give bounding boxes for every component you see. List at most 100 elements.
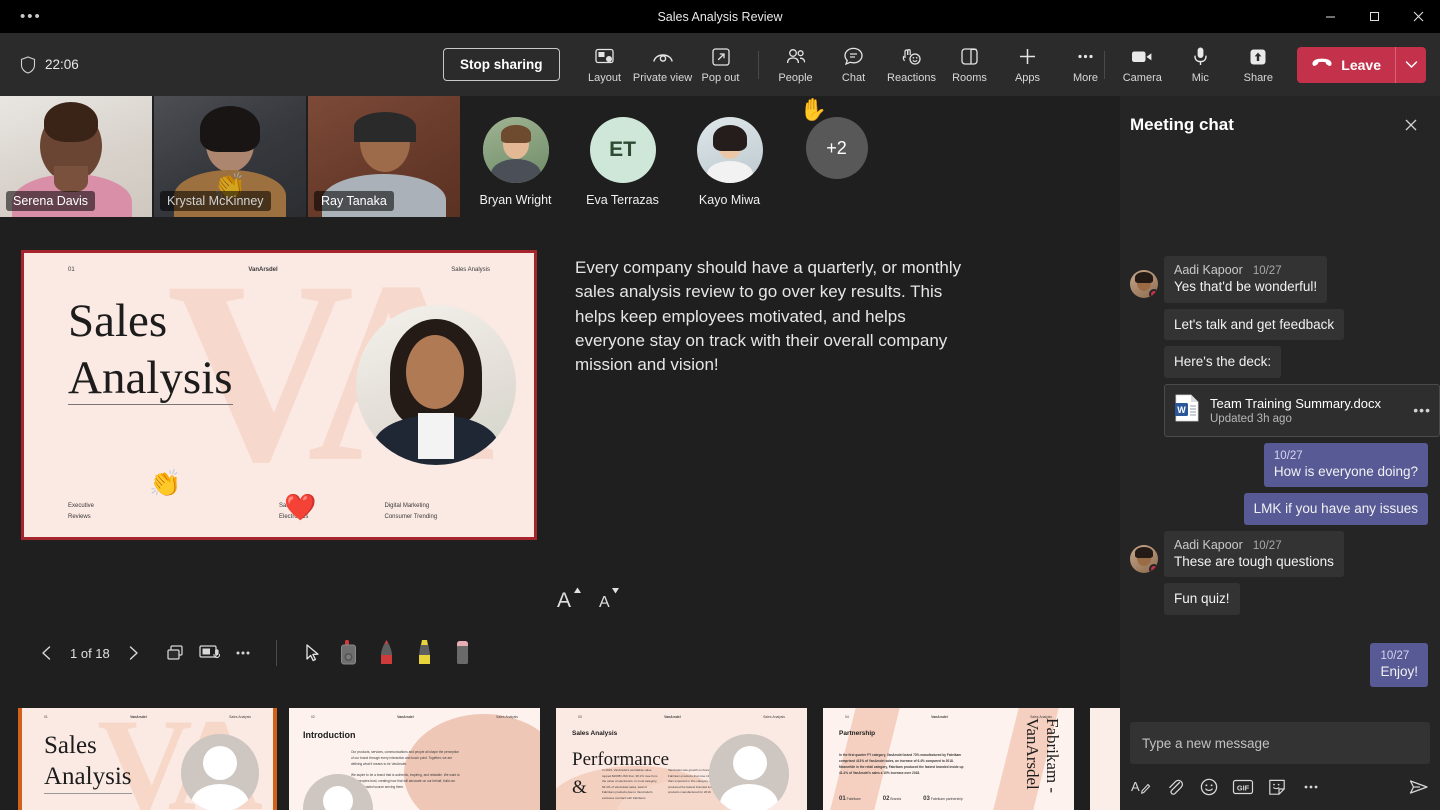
stop-sharing-button[interactable]: Stop sharing bbox=[443, 48, 560, 81]
previous-slide-button[interactable] bbox=[30, 636, 64, 670]
gif-icon[interactable]: GIF bbox=[1232, 776, 1254, 798]
chat-button[interactable]: Chat bbox=[825, 39, 883, 91]
sticker-icon[interactable] bbox=[1266, 776, 1288, 798]
meeting-timer: 22:06 bbox=[45, 57, 79, 72]
thumbnail-slide-5[interactable] bbox=[1090, 708, 1120, 810]
slide-more-options-button[interactable] bbox=[226, 636, 260, 670]
chat-label: Chat bbox=[842, 72, 865, 84]
thumbnail-slide-2[interactable]: 02VanArsdelSales Analysis Introduction O… bbox=[289, 708, 540, 810]
mic-button[interactable]: Mic bbox=[1171, 39, 1229, 91]
window-title: Sales Analysis Review bbox=[0, 10, 1440, 24]
more-horizontal-icon[interactable] bbox=[1300, 776, 1322, 798]
people-button[interactable]: People bbox=[767, 39, 825, 91]
send-icon[interactable] bbox=[1408, 776, 1430, 798]
highlighter-tool[interactable] bbox=[407, 634, 445, 672]
camera-button[interactable]: Camera bbox=[1113, 39, 1171, 91]
chat-bubble: Here's the deck: bbox=[1164, 346, 1281, 378]
next-slide-button[interactable] bbox=[116, 636, 150, 670]
divider bbox=[276, 640, 277, 666]
chat-message[interactable]: Aadi Kapoor 10/27 Yes that'd be wonderfu… bbox=[1130, 256, 1428, 303]
chat-message[interactable]: Aadi Kapoor 10/27 These are tough questi… bbox=[1130, 531, 1428, 578]
slide-footer-item-4: Digital MarketingConsumer Trending bbox=[385, 501, 491, 523]
minimize-icon[interactable] bbox=[1308, 0, 1352, 33]
close-icon[interactable] bbox=[1396, 0, 1440, 33]
slide-thumbnail-tray[interactable]: VA 01VanArsdelSales Analysis Sales Analy… bbox=[0, 708, 1120, 810]
more-horizontal-icon bbox=[1075, 46, 1096, 68]
shield-icon bbox=[20, 56, 36, 74]
chat-file-attachment[interactable]: W Team Training Summary.docx Updated 3h … bbox=[1164, 384, 1440, 437]
slide-title-line2: Analysis bbox=[68, 352, 233, 405]
private-view-button[interactable]: Private view bbox=[634, 39, 692, 91]
thumbnail-slide-1[interactable]: VA 01VanArsdelSales Analysis Sales Analy… bbox=[22, 708, 273, 810]
chat-message-list[interactable]: Aadi Kapoor 10/27 Yes that'd be wonderfu… bbox=[1120, 148, 1440, 720]
divider bbox=[758, 51, 759, 79]
meeting-command-bar: 22:06 Stop sharing Layout Private view P… bbox=[0, 33, 1440, 96]
cursor-tool[interactable] bbox=[293, 634, 331, 672]
emoji-icon[interactable] bbox=[1198, 776, 1220, 798]
thumbnail-slide-3[interactable]: 03VanArsdelSales Analysis Sales Analysis… bbox=[556, 708, 807, 810]
chat-message-meta: Aadi Kapoor 10/27 bbox=[1174, 538, 1334, 552]
thumbnail-slide-4[interactable]: 04VanArsdelSales Analysis Partnership In… bbox=[823, 708, 1074, 810]
chat-message[interactable]: Fun quiz! bbox=[1130, 583, 1428, 615]
rooms-button[interactable]: Rooms bbox=[941, 39, 999, 91]
chat-compose-box[interactable]: Type a new message bbox=[1130, 722, 1430, 764]
chat-message[interactable]: Let's talk and get feedback bbox=[1130, 309, 1428, 341]
video-tile-serena-davis[interactable]: Serena Davis bbox=[0, 96, 152, 217]
reactions-label: Reactions bbox=[887, 72, 936, 84]
participant-tile-kayo-miwa[interactable]: Kayo Miwa bbox=[676, 96, 783, 207]
participant-tile-bryan-wright[interactable]: Bryan Wright bbox=[462, 96, 569, 207]
red-pen-tool[interactable] bbox=[369, 634, 407, 672]
participant-overflow-tile[interactable]: ✋ +2 bbox=[783, 96, 890, 179]
avatar bbox=[697, 117, 763, 183]
leave-main[interactable]: Leave bbox=[1297, 47, 1395, 83]
apps-button[interactable]: Apps bbox=[999, 39, 1057, 91]
more-horizontal-icon[interactable]: ••• bbox=[1413, 407, 1431, 413]
thumbnail-item[interactable]: VA 01VanArsdelSales Analysis Sales Analy… bbox=[22, 708, 273, 810]
slide-header: 01 VanArsdel Sales Analysis bbox=[24, 267, 534, 273]
font-increase-icon[interactable]: A bbox=[556, 585, 582, 611]
presence-badge bbox=[1149, 564, 1158, 573]
chat-bubble: LMK if you have any issues bbox=[1244, 493, 1428, 525]
leave-button[interactable]: Leave bbox=[1297, 47, 1426, 83]
shared-slide[interactable]: VA 01 VanArsdel Sales Analysis Sales Ana… bbox=[21, 250, 537, 540]
reactions-button[interactable]: Reactions bbox=[883, 39, 941, 91]
all-slides-button[interactable] bbox=[158, 636, 192, 670]
share-button[interactable]: Share bbox=[1229, 39, 1287, 91]
pop-out-label: Pop out bbox=[702, 72, 740, 84]
leave-label: Leave bbox=[1341, 57, 1381, 73]
layout-label: Layout bbox=[588, 72, 621, 84]
thumbnail-item[interactable]: 03VanArsdelSales Analysis Sales Analysis… bbox=[556, 708, 807, 810]
participant-roster: Serena Davis 👏 Krystal McKinney Ray Tana… bbox=[0, 96, 1120, 218]
apps-plus-icon bbox=[1017, 46, 1038, 68]
avatar bbox=[1130, 545, 1158, 573]
eraser-tool[interactable] bbox=[445, 634, 483, 672]
chat-message[interactable]: 10/27 How is everyone doing? bbox=[1130, 443, 1428, 488]
layout-button[interactable]: Layout bbox=[576, 39, 634, 91]
chat-message[interactable]: 10/27 Enjoy! bbox=[1130, 643, 1428, 688]
chevron-down-icon[interactable] bbox=[1396, 47, 1426, 83]
format-icon[interactable]: A bbox=[1130, 776, 1152, 798]
chat-message[interactable]: LMK if you have any issues bbox=[1130, 493, 1428, 525]
participant-tile-eva-terrazas[interactable]: ET Eva Terrazas bbox=[569, 96, 676, 207]
thumbnail-item[interactable]: 5 bbox=[1090, 708, 1120, 810]
laser-pointer-tool[interactable] bbox=[331, 634, 369, 672]
slide-portrait bbox=[356, 305, 516, 465]
thumbnail-item[interactable]: 04VanArsdelSales Analysis Partnership In… bbox=[823, 708, 1074, 810]
chat-message[interactable]: Here's the deck: bbox=[1130, 346, 1428, 378]
thumbnail-item[interactable]: 02VanArsdelSales Analysis Introduction O… bbox=[289, 708, 540, 810]
slide-footer-item-2 bbox=[174, 501, 280, 523]
chat-message-meta: Aadi Kapoor 10/27 bbox=[1174, 263, 1317, 277]
overflow-count-badge[interactable]: ✋ +2 bbox=[806, 117, 868, 179]
meeting-chat-panel: Meeting chat Aadi Kapoor 10/27 Yes that'… bbox=[1120, 96, 1440, 810]
font-decrease-icon[interactable]: A bbox=[598, 585, 622, 611]
command-bar-center: Stop sharing Layout Private view Pop out bbox=[443, 33, 1115, 96]
close-icon[interactable] bbox=[1398, 112, 1424, 138]
attach-icon[interactable] bbox=[1164, 776, 1186, 798]
maximize-icon[interactable] bbox=[1352, 0, 1396, 33]
presenter-view-button[interactable] bbox=[192, 636, 226, 670]
video-tile-krystal-mckinney[interactable]: 👏 Krystal McKinney bbox=[154, 96, 306, 217]
divider bbox=[1104, 51, 1105, 79]
private-view-label: Private view bbox=[633, 72, 692, 84]
pop-out-button[interactable]: Pop out bbox=[692, 39, 750, 91]
video-tile-ray-tanaka[interactable]: Ray Tanaka bbox=[308, 96, 460, 217]
